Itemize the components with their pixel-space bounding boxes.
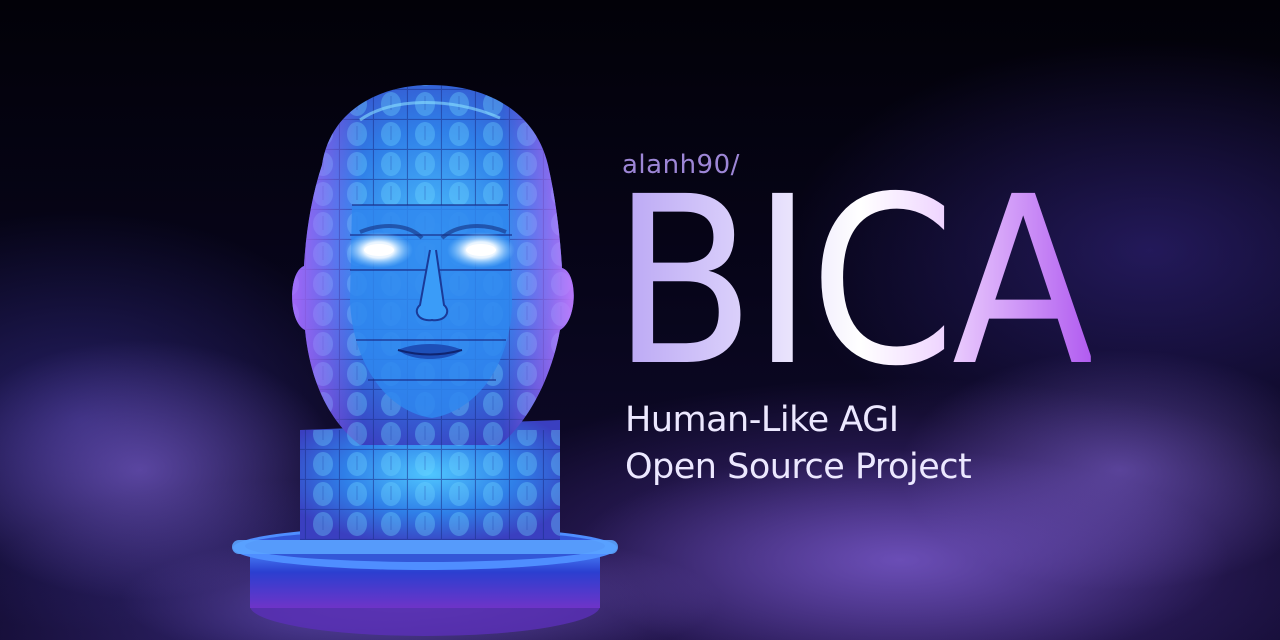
tagline-line-1: Human-Like AGI: [625, 400, 899, 440]
tagline-line-2: Open Source Project: [625, 447, 972, 487]
social-preview-banner: alanh90/ BICA Human-Like AGI Open Source…: [0, 0, 1280, 640]
project-title: BICA: [612, 147, 1095, 417]
